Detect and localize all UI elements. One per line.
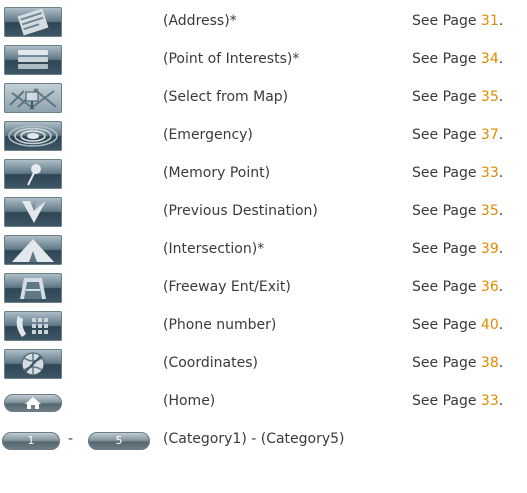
page-number: 31 <box>480 13 499 29</box>
category-label: (Category1) - (Category5) <box>163 431 345 447</box>
coordinates-icon <box>4 349 62 379</box>
address-label: (Address)* <box>163 13 237 29</box>
period: . <box>498 127 504 143</box>
freeway-ent-exit-label: (Freeway Ent/Exit) <box>163 279 291 295</box>
category-5-button-icon: 5 <box>88 432 150 450</box>
see-page-text: See Page <box>412 393 481 409</box>
memory-point-label: (Memory Point) <box>163 165 271 181</box>
point-of-interests-icon <box>4 45 62 75</box>
period: . <box>498 317 504 333</box>
intersection-label: (Intersection)* <box>163 241 265 257</box>
see-page-text: See Page <box>412 127 481 143</box>
see-page-text: See Page <box>412 203 481 219</box>
select-from-map-page-ref: See Page 35. <box>412 88 503 106</box>
see-page-text: See Page <box>412 317 481 333</box>
list-item-home: (Home) See Page 33. <box>0 384 527 420</box>
list-item-previous-destination: (Previous Destination) See Page 35. <box>0 194 527 230</box>
phone-number-page-ref: See Page 40. <box>412 316 503 334</box>
home-page-ref: See Page 33. <box>412 392 503 410</box>
category-1-button-icon: 1 <box>2 432 60 450</box>
category-separator: - <box>68 431 74 447</box>
home-button-icon <box>4 394 62 412</box>
period: . <box>498 51 504 67</box>
see-page-text: See Page <box>412 355 481 371</box>
address-icon <box>4 7 62 37</box>
page-number: 33 <box>480 165 499 181</box>
list-item-select-from-map: (Select from Map) See Page 35. <box>0 80 527 116</box>
see-page-text: See Page <box>412 13 481 29</box>
period: . <box>498 279 504 295</box>
list-item-address: (Address)* See Page 31. <box>0 4 527 40</box>
point-of-interests-label: (Point of Interests)* <box>163 51 300 67</box>
intersection-icon <box>4 235 62 265</box>
page-number: 33 <box>480 393 499 409</box>
period: . <box>498 13 504 29</box>
page-number: 34 <box>480 51 499 67</box>
memory-point-icon <box>4 159 62 189</box>
emergency-icon <box>4 121 62 151</box>
list-item-phone-number: (Phone number) See Page 40. <box>0 308 527 344</box>
phone-number-icon <box>4 311 62 341</box>
home-label: (Home) <box>163 393 216 409</box>
previous-destination-page-ref: See Page 35. <box>412 202 503 220</box>
freeway-ent-exit-page-ref: See Page 36. <box>412 278 503 296</box>
phone-number-label: (Phone number) <box>163 317 277 333</box>
period: . <box>498 89 504 105</box>
see-page-text: See Page <box>412 279 481 295</box>
list-item-intersection: (Intersection)* See Page 39. <box>0 232 527 268</box>
page-number: 38 <box>480 355 499 371</box>
list-item-emergency: (Emergency) See Page 37. <box>0 118 527 154</box>
see-page-text: See Page <box>412 89 481 105</box>
previous-destination-label: (Previous Destination) <box>163 203 318 219</box>
period: . <box>498 241 504 257</box>
coordinates-page-ref: See Page 38. <box>412 354 503 372</box>
period: . <box>498 393 504 409</box>
address-page-ref: See Page 31. <box>412 12 503 30</box>
list-item-category: 1 - 5 (Category1) - (Category5) <box>0 422 527 458</box>
page-number: 35 <box>480 89 499 105</box>
page-number: 36 <box>480 279 499 295</box>
list-item-freeway-ent-exit: (Freeway Ent/Exit) See Page 36. <box>0 270 527 306</box>
freeway-ent-exit-icon <box>4 273 62 303</box>
intersection-page-ref: See Page 39. <box>412 240 503 258</box>
emergency-label: (Emergency) <box>163 127 253 143</box>
see-page-text: See Page <box>412 51 481 67</box>
emergency-page-ref: See Page 37. <box>412 126 503 144</box>
page-number: 39 <box>480 241 499 257</box>
period: . <box>498 203 504 219</box>
page-number: 37 <box>480 127 499 143</box>
period: . <box>498 165 504 181</box>
page-number: 35 <box>480 203 499 219</box>
page-number: 40 <box>480 317 499 333</box>
see-page-text: See Page <box>412 165 481 181</box>
list-item-coordinates: (Coordinates) See Page 38. <box>0 346 527 382</box>
period: . <box>498 355 504 371</box>
memory-point-page-ref: See Page 33. <box>412 164 503 182</box>
list-item-point-of-interests: (Point of Interests)* See Page 34. <box>0 42 527 78</box>
see-page-text: See Page <box>412 241 481 257</box>
previous-destination-icon <box>4 197 62 227</box>
destination-icon-list: (Address)* See Page 31. (Point of Intere… <box>0 0 527 493</box>
point-of-interests-page-ref: See Page 34. <box>412 50 503 68</box>
coordinates-label: (Coordinates) <box>163 355 258 371</box>
list-item-memory-point: (Memory Point) See Page 33. <box>0 156 527 192</box>
select-from-map-label: (Select from Map) <box>163 89 289 105</box>
select-from-map-icon <box>4 83 62 113</box>
